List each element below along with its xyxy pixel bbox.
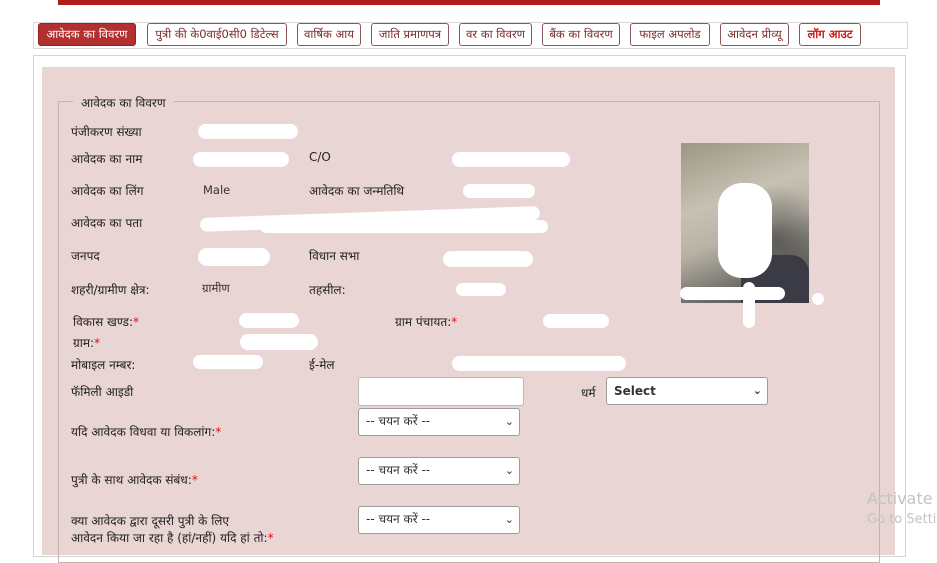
address-label: आवेदक का पता bbox=[71, 216, 143, 230]
village-value-redacted bbox=[240, 334, 318, 350]
photo-redaction-dot bbox=[812, 293, 824, 305]
other-daughter-select[interactable]: -- चयन करें -- ⌄ bbox=[358, 506, 520, 534]
tab-file-upload[interactable]: फाइल अपलोड bbox=[630, 23, 710, 46]
tab-caste-certificate[interactable]: जाति प्रमाणपत्र bbox=[371, 23, 449, 46]
gender-value: Male bbox=[203, 183, 231, 197]
gram-panchayat-label: ग्राम पंचायत:* bbox=[395, 315, 458, 329]
family-id-input[interactable] bbox=[358, 377, 524, 406]
district-value-redacted bbox=[198, 248, 270, 266]
area-type-label: शहरी/ग्रामीण क्षेत्र: bbox=[71, 283, 150, 297]
activation-watermark-subtitle: Go to Setti bbox=[867, 512, 937, 527]
religion-label: धर्म bbox=[581, 386, 596, 400]
village-label: ग्राम:* bbox=[73, 336, 101, 350]
panel-divider bbox=[42, 64, 895, 65]
block-label: विकास खण्ड:* bbox=[73, 315, 140, 329]
religion-select[interactable]: Select ⌄ bbox=[606, 377, 768, 405]
relation-label: पुत्री के साथ आवेदक संबंध:* bbox=[71, 473, 198, 487]
chevron-down-icon: ⌄ bbox=[504, 464, 514, 477]
relation-select[interactable]: -- चयन करें -- ⌄ bbox=[358, 457, 520, 485]
applicant-name-label: आवेदक का नाम bbox=[71, 152, 143, 166]
gram-panchayat-value-redacted bbox=[543, 314, 609, 328]
chevron-down-icon: ⌄ bbox=[752, 384, 762, 397]
address-value-redacted-2 bbox=[260, 220, 548, 233]
gender-label: आवेदक का लिंग bbox=[71, 184, 144, 198]
assembly-label: विधान सभा bbox=[309, 249, 360, 263]
photo-redaction-face bbox=[718, 183, 772, 278]
logout-button[interactable]: लॉग आउट bbox=[799, 23, 861, 46]
registration-number-value-redacted bbox=[198, 124, 298, 139]
chevron-down-icon: ⌄ bbox=[504, 415, 514, 428]
registration-number-label: पंजीकरण संख्या bbox=[71, 125, 142, 139]
block-value-redacted bbox=[239, 313, 299, 328]
family-id-label: फॅमिली आइडी bbox=[71, 385, 134, 399]
tab-groom-details[interactable]: वर का विवरण bbox=[459, 23, 532, 46]
section-legend: आवेदक का विवरण bbox=[73, 94, 174, 111]
chevron-down-icon: ⌄ bbox=[504, 513, 514, 526]
tab-daughter-kyc[interactable]: पुत्री की के0वाई0सी0 डिटेल्स bbox=[147, 23, 287, 46]
tab-bank-details[interactable]: बैंक का विवरण bbox=[542, 23, 620, 46]
email-label: ई-मेल bbox=[309, 358, 335, 372]
other-daughter-label-line1: क्या आवेदक द्वारा दूसरी पुत्री के लिए bbox=[71, 514, 230, 528]
assembly-value-redacted bbox=[443, 251, 533, 267]
mobile-value-redacted bbox=[193, 355, 263, 369]
top-header-bar bbox=[58, 0, 880, 5]
care-of-value-redacted bbox=[452, 152, 570, 167]
activation-watermark-title: Activate bbox=[867, 489, 933, 508]
widow-disabled-select[interactable]: -- चयन करें -- ⌄ bbox=[358, 408, 520, 436]
widow-disabled-label: यदि आवेदक विधवा या विकलांग:* bbox=[71, 425, 222, 439]
care-of-label: C/O bbox=[309, 150, 331, 164]
tab-bar: आवेदक का विवरण पुत्री की के0वाई0सी0 डिटे… bbox=[33, 22, 908, 49]
dob-label: आवेदक का जन्मतिथि bbox=[309, 184, 405, 198]
tehsil-label: तहसील: bbox=[309, 283, 346, 297]
dob-value-redacted bbox=[463, 184, 535, 198]
applicant-name-value-redacted bbox=[193, 152, 289, 167]
district-label: जनपद bbox=[71, 249, 100, 263]
mobile-label: मोबाइल नम्बर: bbox=[71, 358, 136, 372]
tab-applicant-details[interactable]: आवेदक का विवरण bbox=[38, 23, 136, 46]
area-type-value: ग्रामीण bbox=[202, 281, 230, 295]
tab-application-preview[interactable]: आवेदन प्रीव्यू bbox=[720, 23, 789, 46]
photo-redaction-bottom bbox=[680, 287, 785, 300]
photo-redaction-stroke bbox=[743, 282, 755, 328]
email-value-redacted bbox=[452, 356, 626, 371]
tab-annual-income[interactable]: वार्षिक आय bbox=[297, 23, 361, 46]
other-daughter-label-line2: आवेदन किया जा रहा है (हां/नहीं) यदि हां … bbox=[71, 531, 274, 545]
tehsil-value-redacted bbox=[456, 283, 506, 296]
